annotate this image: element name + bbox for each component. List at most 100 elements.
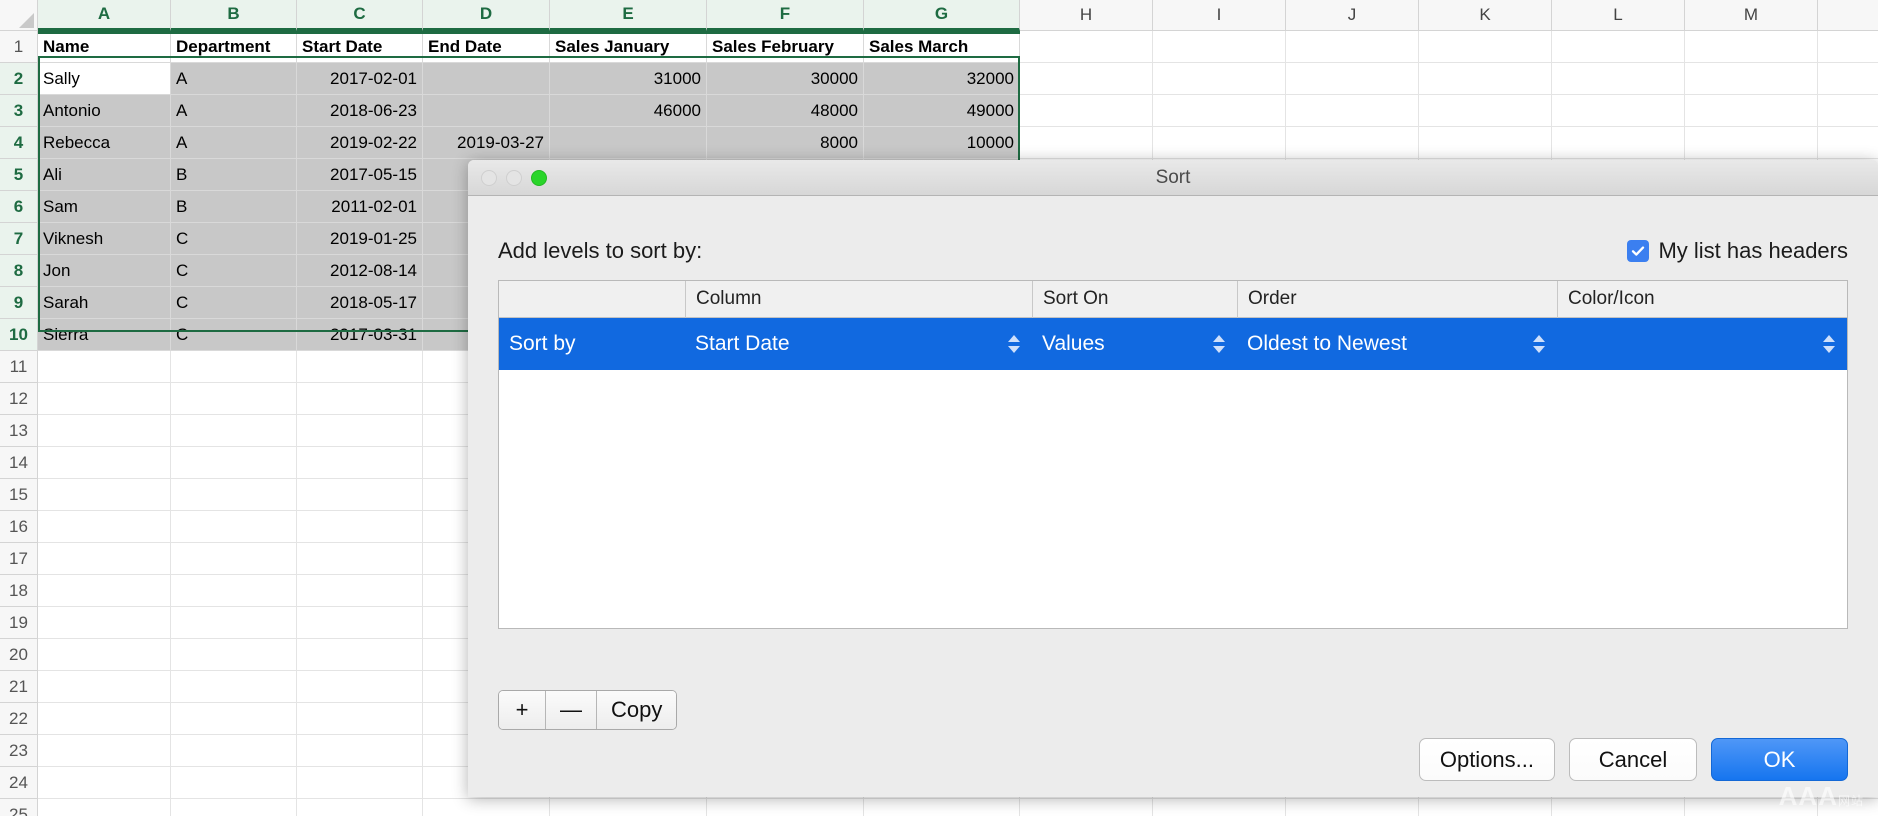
grid-cell[interactable]: Sarah xyxy=(38,287,171,319)
grid-cell[interactable]: 8000 xyxy=(707,127,864,159)
grid-cell[interactable] xyxy=(171,671,297,703)
row-header-18[interactable]: 18 xyxy=(0,575,38,607)
grid-cell[interactable] xyxy=(1286,63,1419,95)
grid-cell[interactable]: Sales March xyxy=(864,31,1020,63)
grid-cell[interactable] xyxy=(297,703,423,735)
grid-cell[interactable]: 2018-05-17 xyxy=(297,287,423,319)
grid-cell[interactable] xyxy=(171,703,297,735)
grid-cell[interactable] xyxy=(38,575,171,607)
sort-color-icon-select[interactable] xyxy=(1557,318,1847,370)
grid-cell[interactable]: Antonio xyxy=(38,95,171,127)
row-header-22[interactable]: 22 xyxy=(0,703,38,735)
grid-cell[interactable]: Rebecca xyxy=(38,127,171,159)
grid-cell[interactable] xyxy=(171,767,297,799)
grid-cell[interactable] xyxy=(1552,95,1685,127)
grid-cell[interactable] xyxy=(297,639,423,671)
row-header-11[interactable]: 11 xyxy=(0,351,38,383)
grid-cell[interactable] xyxy=(171,543,297,575)
grid-cell[interactable] xyxy=(1020,95,1153,127)
sort-on-select[interactable]: Values xyxy=(1032,318,1237,370)
grid-cell[interactable] xyxy=(1419,95,1552,127)
grid-cell[interactable] xyxy=(1818,63,1878,95)
row-header-5[interactable]: 5 xyxy=(0,159,38,191)
grid-cell[interactable] xyxy=(297,447,423,479)
row-header-4[interactable]: 4 xyxy=(0,127,38,159)
grid-cell[interactable] xyxy=(38,703,171,735)
grid-cell[interactable]: C xyxy=(171,287,297,319)
grid-cell[interactable] xyxy=(1419,799,1552,816)
grid-cell[interactable] xyxy=(423,95,550,127)
remove-level-button[interactable]: — xyxy=(546,691,597,729)
add-level-button[interactable]: + xyxy=(499,691,546,729)
grid-cell[interactable]: Sales January xyxy=(550,31,707,63)
grid-cell[interactable]: Jon xyxy=(38,255,171,287)
grid-cell[interactable] xyxy=(1685,31,1818,63)
grid-cell[interactable]: Name xyxy=(38,31,171,63)
grid-cell[interactable]: 2012-08-14 xyxy=(297,255,423,287)
grid-cell[interactable]: B xyxy=(171,159,297,191)
row-header-19[interactable]: 19 xyxy=(0,607,38,639)
row-header-20[interactable]: 20 xyxy=(0,639,38,671)
grid-cell[interactable]: 46000 xyxy=(550,95,707,127)
grid-cell[interactable] xyxy=(171,383,297,415)
grid-cell[interactable]: 2019-01-25 xyxy=(297,223,423,255)
column-header-g[interactable]: G xyxy=(864,0,1020,31)
grid-cell[interactable]: C xyxy=(171,319,297,351)
grid-cell[interactable] xyxy=(1153,31,1286,63)
grid-cell[interactable] xyxy=(1419,31,1552,63)
row-header-8[interactable]: 8 xyxy=(0,255,38,287)
grid-cell[interactable] xyxy=(38,671,171,703)
grid-cell[interactable] xyxy=(297,479,423,511)
grid-cell[interactable] xyxy=(38,799,171,816)
grid-cell[interactable] xyxy=(1552,63,1685,95)
grid-cell[interactable] xyxy=(297,511,423,543)
grid-cell[interactable]: B xyxy=(171,191,297,223)
table-row[interactable]: Sort by Start Date Values Oldest to Newe… xyxy=(499,318,1847,370)
grid-cell[interactable]: 2017-03-31 xyxy=(297,319,423,351)
grid-cell[interactable]: 32000 xyxy=(864,63,1020,95)
grid-cell[interactable] xyxy=(38,767,171,799)
grid-cell[interactable]: 2018-06-23 xyxy=(297,95,423,127)
copy-level-button[interactable]: Copy xyxy=(597,691,676,729)
grid-cell[interactable] xyxy=(550,127,707,159)
grid-cell[interactable] xyxy=(423,63,550,95)
grid-cell[interactable]: 2017-05-15 xyxy=(297,159,423,191)
column-header-f[interactable]: F xyxy=(707,0,864,31)
grid-cell[interactable] xyxy=(1818,95,1878,127)
row-header-10[interactable]: 10 xyxy=(0,319,38,351)
grid-cell[interactable] xyxy=(864,799,1020,816)
grid-cell[interactable] xyxy=(1552,31,1685,63)
grid-cell[interactable]: 2011-02-01 xyxy=(297,191,423,223)
grid-cell[interactable] xyxy=(1685,63,1818,95)
row-header-14[interactable]: 14 xyxy=(0,447,38,479)
grid-cell[interactable] xyxy=(38,383,171,415)
grid-cell[interactable]: C xyxy=(171,223,297,255)
grid-cell[interactable] xyxy=(171,447,297,479)
grid-cell[interactable]: Start Date xyxy=(297,31,423,63)
grid-cell[interactable]: 2017-02-01 xyxy=(297,63,423,95)
row-header-3[interactable]: 3 xyxy=(0,95,38,127)
row-header-1[interactable]: 1 xyxy=(0,31,38,63)
ok-button[interactable]: OK xyxy=(1711,738,1848,781)
grid-cell[interactable] xyxy=(297,351,423,383)
row-header-23[interactable]: 23 xyxy=(0,735,38,767)
grid-cell[interactable] xyxy=(297,671,423,703)
grid-cell[interactable] xyxy=(1153,127,1286,159)
row-header-12[interactable]: 12 xyxy=(0,383,38,415)
grid-cell[interactable] xyxy=(297,415,423,447)
row-header-15[interactable]: 15 xyxy=(0,479,38,511)
column-header-j[interactable]: J xyxy=(1286,0,1419,31)
grid-cell[interactable]: 30000 xyxy=(707,63,864,95)
grid-cell[interactable]: 49000 xyxy=(864,95,1020,127)
grid-cell[interactable] xyxy=(171,639,297,671)
row-header-13[interactable]: 13 xyxy=(0,415,38,447)
grid-cell[interactable] xyxy=(297,735,423,767)
grid-cell[interactable] xyxy=(38,607,171,639)
grid-cell[interactable] xyxy=(297,543,423,575)
row-header-24[interactable]: 24 xyxy=(0,767,38,799)
grid-cell[interactable]: C xyxy=(171,255,297,287)
grid-cell[interactable] xyxy=(297,575,423,607)
grid-cell[interactable] xyxy=(1020,799,1153,816)
row-header-2[interactable]: 2 xyxy=(0,63,38,95)
column-header-l[interactable]: L xyxy=(1552,0,1685,31)
